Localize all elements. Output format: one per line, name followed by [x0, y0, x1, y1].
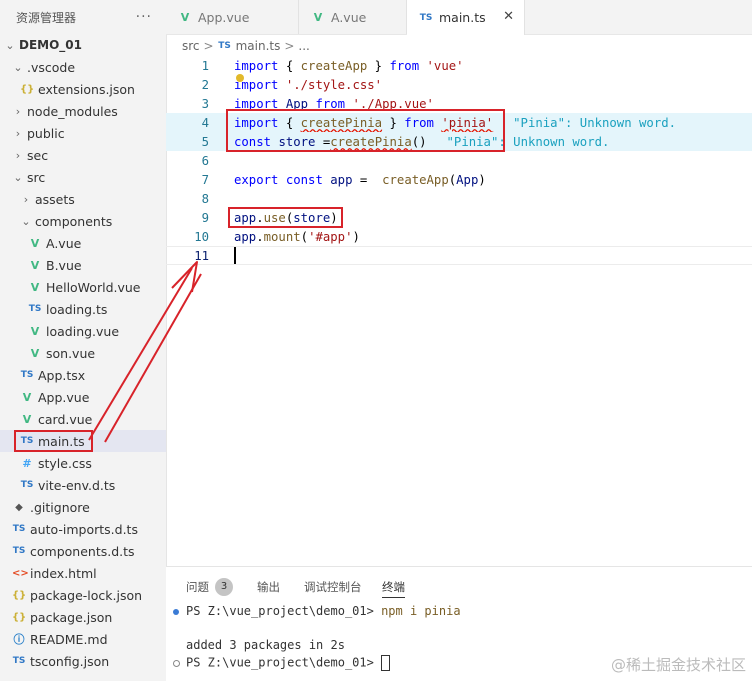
terminal-prompt: PS Z:\vue_project\demo_01> [186, 604, 382, 618]
problem-count-badge: 3 [215, 578, 233, 596]
tab-debug-console[interactable]: 调试控制台 [304, 577, 362, 597]
terminal-output: added 3 packages in 2s [186, 638, 345, 652]
command-status-dot [173, 609, 179, 615]
terminal-line[interactable]: PS Z:\vue_project\demo_01> [186, 655, 391, 671]
terminal-prompt: PS Z:\vue_project\demo_01> [186, 655, 382, 670]
command-status-dot [173, 660, 180, 667]
tab-label: 输出 [257, 580, 280, 594]
tab-output[interactable]: 输出 [257, 577, 280, 597]
tab-problems[interactable]: 问题 3 [186, 577, 233, 597]
terminal-cursor [381, 655, 391, 671]
watermark: @稀土掘金技术社区 [610, 656, 746, 674]
tab-label: 终端 [382, 580, 405, 594]
tab-label: 问题 [186, 580, 209, 594]
tab-label: 调试控制台 [304, 580, 362, 594]
terminal-line: PS Z:\vue_project\demo_01> npm i pinia [186, 604, 461, 618]
terminal-command: npm i pinia [381, 604, 461, 618]
tab-terminal[interactable]: 终端 [382, 577, 405, 598]
